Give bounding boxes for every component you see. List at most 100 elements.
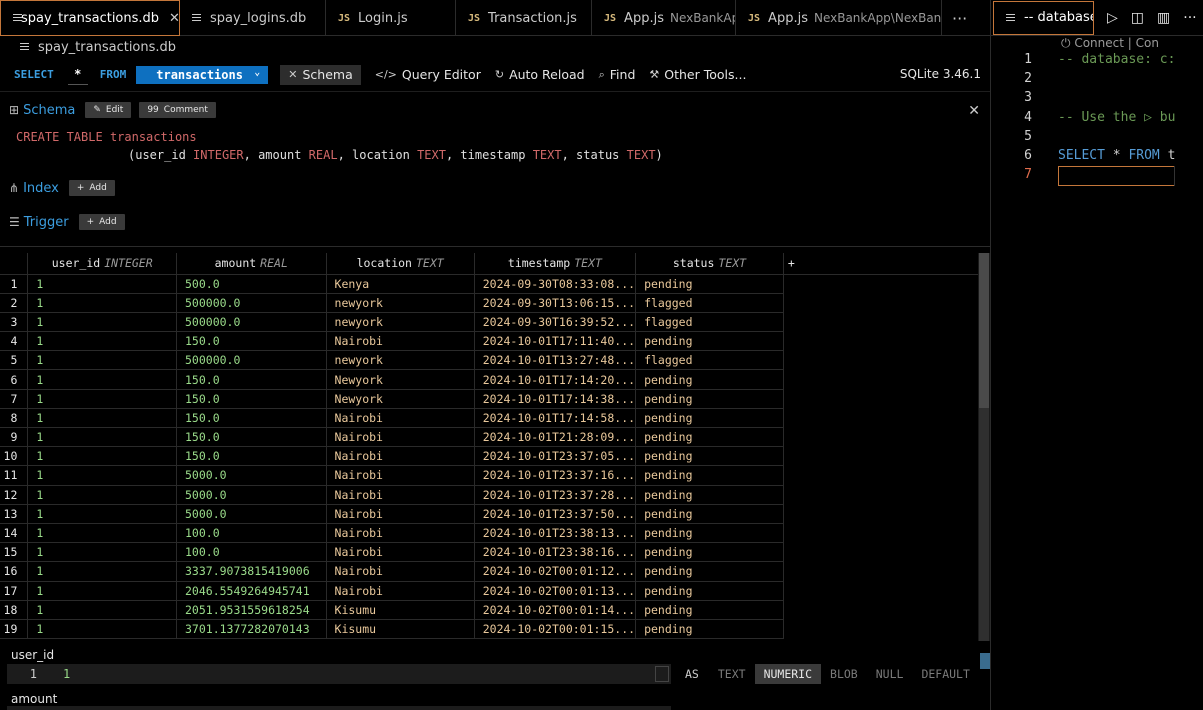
cell-amount[interactable]: 5000.0 xyxy=(176,465,327,486)
cell-amount[interactable]: 500000.0 xyxy=(176,350,327,371)
cell-user-id[interactable]: 1 xyxy=(27,331,177,352)
cell-status[interactable]: flagged xyxy=(635,293,784,313)
table-row[interactable]: 6 1 150.0 Newyork 2024-10-01T17:14:20... pend… xyxy=(0,369,978,390)
scrollbar-thumb[interactable] xyxy=(979,253,989,408)
table-row[interactable]: 3 1 500000.0 newyork 2024-09-30T16:39:52... f… xyxy=(0,312,978,333)
cell-status[interactable]: pending xyxy=(635,389,784,409)
cell-location[interactable]: Nairobi xyxy=(326,331,475,352)
code-line[interactable]: 3 xyxy=(991,88,1203,107)
table-row[interactable]: 9 1 150.0 Nairobi 2024-10-01T21:28:09... pend… xyxy=(0,427,978,448)
sql-code[interactable]: 1 -- database: c: 2 3 4 -- Use the ▷ bu 5 6 SELE… xyxy=(991,50,1203,184)
type-option-default[interactable]: DEFAULT xyxy=(912,664,978,684)
code-line[interactable]: 1 -- database: c: xyxy=(991,50,1203,69)
table-row[interactable]: 7 1 150.0 Newyork 2024-10-01T17:14:38... pend… xyxy=(0,389,978,409)
column-header-location[interactable]: location TEXT xyxy=(326,253,475,275)
type-option-blob[interactable]: BLOB xyxy=(821,664,867,684)
tab-4[interactable]: JS App.js NexBankApp xyxy=(592,0,736,36)
cell-user-id[interactable]: 1 xyxy=(27,446,177,467)
cell-location[interactable]: Nairobi xyxy=(326,542,475,563)
cell-user-id[interactable]: 1 xyxy=(27,561,177,582)
cell-user-id[interactable]: 1 xyxy=(27,485,177,505)
cell-location[interactable]: Nairobi xyxy=(326,523,475,544)
cell-amount[interactable]: 5000.0 xyxy=(176,485,327,505)
cell-amount[interactable]: 500000.0 xyxy=(176,293,327,313)
cell-timestamp[interactable]: 2024-10-02T00:01:13... xyxy=(474,581,637,601)
open-changes-icon[interactable]: ◫ xyxy=(1131,10,1144,26)
tab-2[interactable]: JS Login.js xyxy=(326,0,456,36)
cell-user-id[interactable]: 1 xyxy=(27,542,177,563)
cell-timestamp[interactable]: 2024-10-01T23:37:05... xyxy=(474,446,637,467)
type-option-text[interactable]: TEXT xyxy=(709,664,755,684)
cell-timestamp[interactable]: 2024-10-01T23:37:50... xyxy=(474,504,637,524)
table-row[interactable]: 16 1 3337.9073815419006 Nairobi 2024-10-02T0… xyxy=(0,561,978,582)
table-row[interactable]: 13 1 5000.0 Nairobi 2024-10-01T23:37:50... pe… xyxy=(0,504,978,524)
code-line[interactable]: 6 SELECT * FROM t xyxy=(991,146,1203,165)
table-row[interactable]: 2 1 500000.0 newyork 2024-09-30T13:06:15... f… xyxy=(0,293,978,313)
cell-location[interactable]: newyork xyxy=(326,293,475,313)
cell-location[interactable]: Kisumu xyxy=(326,600,475,620)
cell-timestamp[interactable]: 2024-10-01T23:37:28... xyxy=(474,485,637,505)
cell-timestamp[interactable]: 2024-10-01T17:14:58... xyxy=(474,408,637,429)
cell-user-id[interactable]: 1 xyxy=(27,274,177,294)
cell-status[interactable]: pending xyxy=(635,369,784,390)
table-row[interactable]: 8 1 150.0 Nairobi 2024-10-01T17:14:58... pend… xyxy=(0,408,978,429)
cell-timestamp[interactable]: 2024-10-01T13:27:48... xyxy=(474,350,637,371)
more-actions-icon[interactable]: ··· xyxy=(1183,10,1196,26)
column-selector[interactable]: * xyxy=(67,65,88,85)
query-editor-button[interactable]: </> Query Editor xyxy=(375,67,481,82)
index-title[interactable]: Index xyxy=(23,181,59,196)
user-id-value-editor[interactable]: 1 1 xyxy=(7,664,671,684)
cell-user-id[interactable]: 1 xyxy=(27,581,177,601)
split-editor-icon[interactable]: ▥ xyxy=(1157,10,1170,26)
cell-timestamp[interactable]: 2024-10-01T23:37:16... xyxy=(474,465,637,486)
cell-user-id[interactable]: 1 xyxy=(27,619,177,640)
table-row[interactable]: 5 1 500000.0 newyork 2024-10-01T13:27:48... f… xyxy=(0,350,978,371)
table-select[interactable]: transactions ⌄ xyxy=(136,65,269,84)
add-column-button[interactable]: + xyxy=(783,253,978,275)
cell-user-id[interactable]: 1 xyxy=(27,427,177,448)
cell-amount[interactable]: 150.0 xyxy=(176,331,327,352)
tab-0[interactable]: spay_transactions.db ✕ xyxy=(0,0,180,36)
cell-user-id[interactable]: 1 xyxy=(27,389,177,409)
more-tabs-icon[interactable]: ··· xyxy=(942,0,977,36)
cell-timestamp[interactable]: 2024-10-01T21:28:09... xyxy=(474,427,637,448)
cell-status[interactable]: pending xyxy=(635,485,784,505)
cell-status[interactable]: pending xyxy=(635,600,784,620)
breadcrumb[interactable]: spay_transactions.db xyxy=(0,36,990,58)
cell-location[interactable]: Nairobi xyxy=(326,561,475,582)
cell-location[interactable]: Newyork xyxy=(326,389,475,409)
table-row[interactable]: 14 1 100.0 Nairobi 2024-10-01T23:38:13... pen… xyxy=(0,523,978,544)
cell-location[interactable]: Nairobi xyxy=(326,408,475,429)
column-header-amount[interactable]: amount REAL xyxy=(176,253,327,275)
cell-amount[interactable]: 500000.0 xyxy=(176,312,327,333)
trigger-title[interactable]: Trigger xyxy=(24,215,69,230)
cell-amount[interactable]: 5000.0 xyxy=(176,504,327,524)
cell-timestamp[interactable]: 2024-10-01T23:38:13... xyxy=(474,523,637,544)
tab-3[interactable]: JS Transaction.js xyxy=(456,0,592,36)
table-row[interactable]: 15 1 100.0 Nairobi 2024-10-01T23:38:16... pen… xyxy=(0,542,978,563)
cell-amount[interactable]: 100.0 xyxy=(176,542,327,563)
table-row[interactable]: 18 1 2051.9531559618254 Kisumu 2024-10-02T00… xyxy=(0,600,978,620)
cell-timestamp[interactable]: 2024-09-30T13:06:15... xyxy=(474,293,637,313)
type-option-null[interactable]: NULL xyxy=(867,664,913,684)
cell-amount[interactable]: 2046.5549264945741 xyxy=(176,581,327,601)
cell-status[interactable]: pending xyxy=(635,408,784,429)
cell-timestamp[interactable]: 2024-10-01T17:14:20... xyxy=(474,369,637,390)
codelens-connect[interactable]: ⏻ Connect | Con xyxy=(1061,36,1159,51)
comment-button[interactable]: 99 Comment xyxy=(139,102,216,118)
cell-timestamp[interactable]: 2024-10-01T17:14:38... xyxy=(474,389,637,409)
cell-timestamp[interactable]: 2024-10-02T00:01:12... xyxy=(474,561,637,582)
cell-amount[interactable]: 3337.9073815419006 xyxy=(176,561,327,582)
cell-amount[interactable]: 150.0 xyxy=(176,446,327,467)
cell-user-id[interactable]: 1 xyxy=(27,350,177,371)
cell-location[interactable]: newyork xyxy=(326,312,475,333)
cell-status[interactable]: pending xyxy=(635,446,784,467)
schema-title[interactable]: Schema xyxy=(23,103,75,118)
cell-user-id[interactable]: 1 xyxy=(27,408,177,429)
cell-timestamp[interactable]: 2024-10-02T00:01:15... xyxy=(474,619,637,640)
cell-amount[interactable]: 100.0 xyxy=(176,523,327,544)
cell-user-id[interactable]: 1 xyxy=(27,293,177,313)
cell-amount[interactable]: 150.0 xyxy=(176,369,327,390)
cell-timestamp[interactable]: 2024-10-01T23:38:16... xyxy=(474,542,637,563)
code-line[interactable]: 4 -- Use the ▷ bu xyxy=(991,108,1203,127)
